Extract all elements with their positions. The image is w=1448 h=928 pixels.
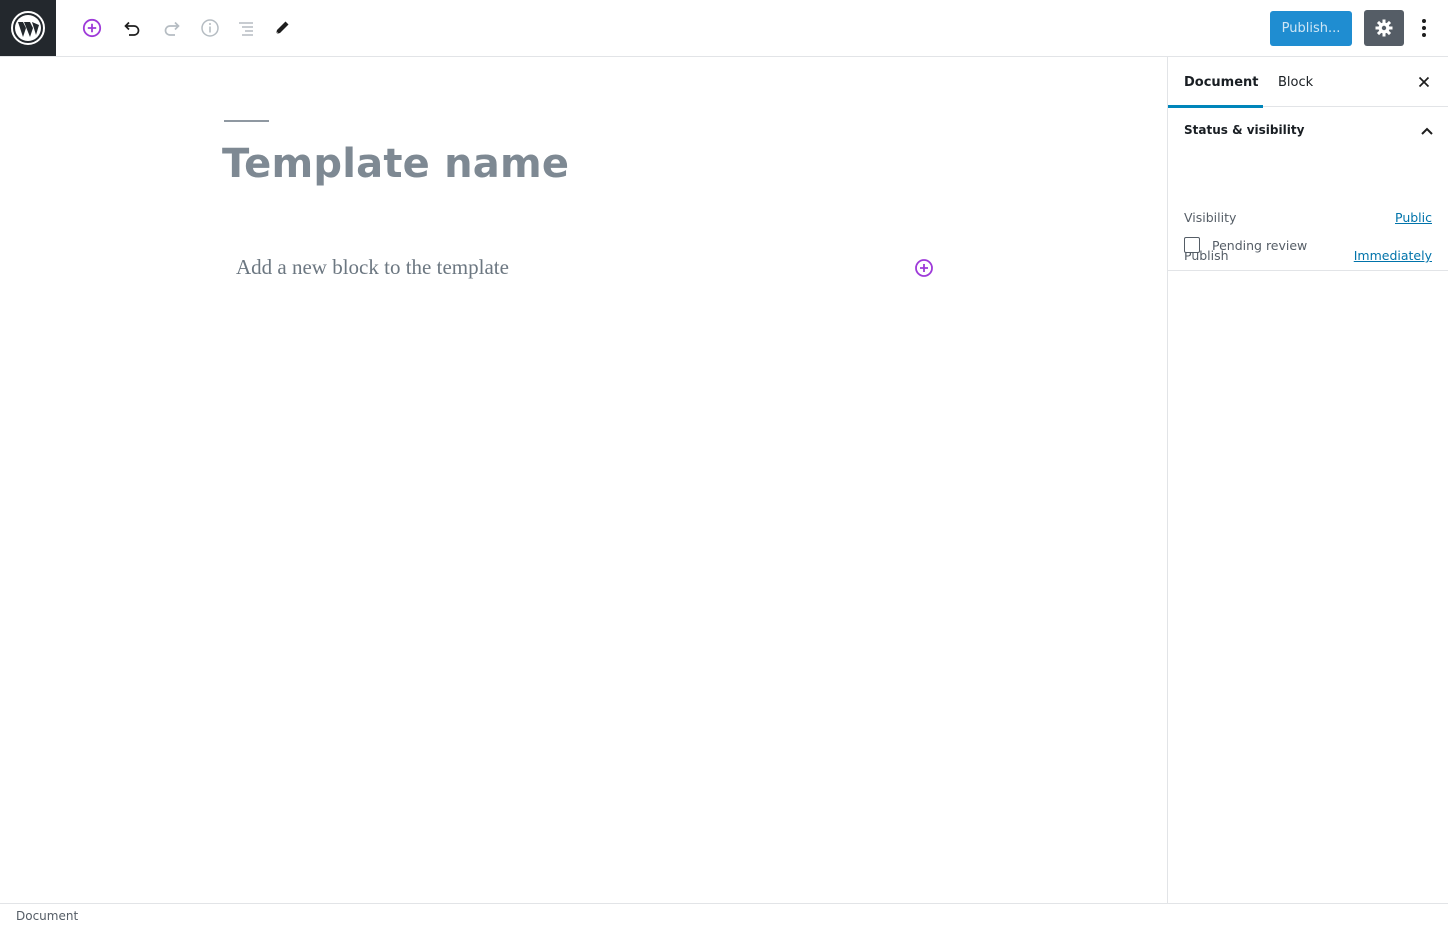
editor-footer: Document [0, 903, 1448, 928]
undo-button[interactable] [116, 12, 148, 44]
sidebar-tabs: Document Block [1168, 57, 1448, 108]
redo-icon [164, 21, 180, 36]
pending-review-checkbox[interactable] [1184, 237, 1200, 253]
publish-date-link[interactable]: Immediately [1354, 248, 1432, 263]
panel-toggle-button[interactable] [1418, 122, 1436, 140]
visibility-value-link[interactable]: Public [1395, 210, 1432, 225]
tools-button[interactable] [266, 12, 298, 44]
content-info-button[interactable] [194, 12, 226, 44]
title-separator [224, 120, 269, 122]
editor-toolbar: Publish... [0, 0, 1448, 57]
pencil-icon [275, 21, 289, 35]
plus-circle-icon [82, 18, 102, 38]
editor-canvas: Template name Add a new block to the tem… [0, 57, 1167, 903]
tab-block[interactable]: Block [1278, 57, 1313, 107]
status-visibility-panel: Status & visibility Visibility Public Pu… [1168, 107, 1448, 271]
block-appender-placeholder[interactable]: Add a new block to the template [236, 255, 509, 280]
close-sidebar-button[interactable] [1414, 72, 1434, 92]
gear-icon [1375, 19, 1393, 37]
visibility-label: Visibility [1184, 210, 1237, 225]
panel-title[interactable]: Status & visibility [1184, 123, 1304, 137]
block-navigation-button[interactable] [230, 12, 262, 44]
inline-inserter-button[interactable] [912, 256, 936, 280]
close-icon [1418, 76, 1430, 88]
breadcrumb[interactable]: Document [16, 909, 78, 923]
more-vertical-icon [1422, 19, 1426, 37]
list-view-icon [239, 22, 253, 36]
plus-circle-icon [915, 259, 933, 277]
more-tools-button[interactable] [1410, 12, 1438, 44]
wordpress-logo-icon[interactable] [0, 0, 56, 56]
publish-button[interactable]: Publish... [1270, 11, 1352, 46]
panel-divider [1168, 270, 1448, 271]
settings-sidebar: Document Block Status & visibility Visib… [1167, 57, 1448, 903]
undo-icon [124, 21, 140, 36]
tab-document[interactable]: Document [1168, 57, 1263, 108]
template-title-input[interactable]: Template name [222, 141, 569, 187]
settings-button[interactable] [1364, 10, 1404, 46]
pending-review-label[interactable]: Pending review [1212, 238, 1307, 253]
add-block-button[interactable] [76, 12, 108, 44]
chevron-up-icon [1421, 127, 1433, 135]
redo-button[interactable] [156, 12, 188, 44]
info-icon [201, 19, 219, 37]
